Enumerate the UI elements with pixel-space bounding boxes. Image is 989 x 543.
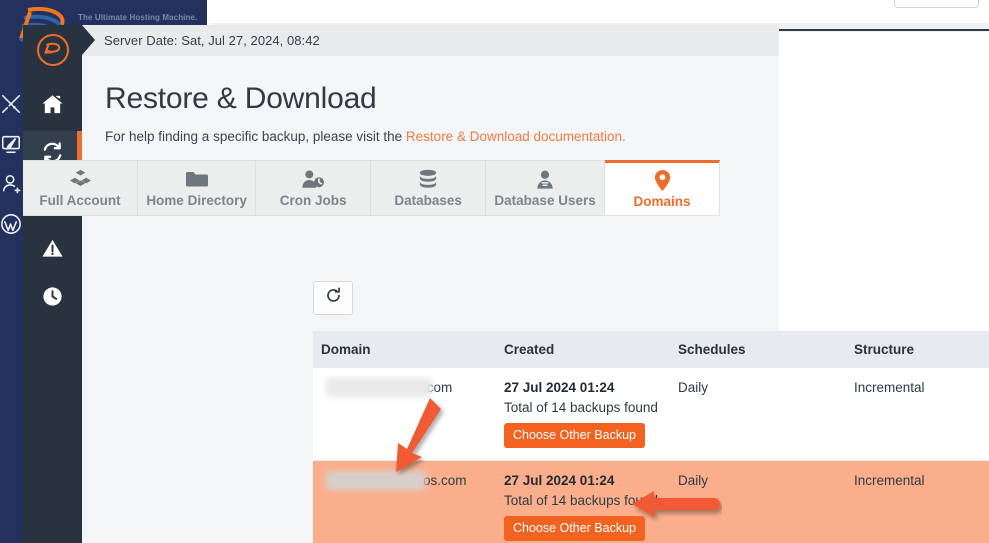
redaction-overlay [326, 471, 426, 490]
page-subtitle: For help finding a specific backup, plea… [82, 116, 779, 144]
backup-type-tabs: Full Account Home Directory Cron Jobs Da… [23, 160, 720, 216]
tab-label: Databases [394, 193, 462, 208]
cell-structure: Incremental [846, 368, 989, 461]
tab-databases[interactable]: Databases [371, 161, 487, 215]
choose-other-backup-button[interactable]: Choose Other Backup [504, 423, 645, 448]
backup-count-note: Total of 14 backups found [504, 493, 658, 508]
backup-count-note: Total of 14 backups found [504, 400, 658, 415]
page-subtitle-text: For help finding a specific backup, plea… [105, 129, 406, 144]
domain-cell-inner: .com [321, 378, 496, 400]
tab-label: Home Directory [146, 193, 247, 208]
rail-item-alerts[interactable] [23, 227, 82, 275]
column-header-structure[interactable]: Structure [846, 331, 989, 368]
warning-triangle-icon [41, 237, 64, 265]
refresh-circular-arrow-icon [325, 287, 342, 309]
rail-item-home[interactable] [23, 83, 82, 131]
table-row[interactable]: .com 27 Jul 2024 01:24 Total of 14 backu… [313, 368, 989, 461]
tab-label: Database Users [494, 193, 596, 208]
domain-cell-inner: os.com [321, 471, 496, 493]
partial-search-box[interactable] [894, 0, 979, 8]
icon-rail [23, 25, 82, 543]
cell-domain: .com [313, 368, 496, 461]
app-root: The Ultimate Hosting Machine. HelpingHos… [0, 0, 989, 543]
rail-item-history[interactable] [23, 275, 82, 323]
clock-history-icon [41, 285, 64, 313]
backups-table: Domain Created Schedules Structure .com [313, 331, 989, 543]
column-header-domain[interactable]: Domain [313, 331, 496, 368]
table-body: .com 27 Jul 2024 01:24 Total of 14 backu… [313, 368, 989, 543]
table-header: Domain Created Schedules Structure [313, 331, 989, 368]
cubes-icon [69, 168, 92, 190]
redaction-overlay [326, 378, 432, 397]
caret-right-icon [82, 25, 95, 55]
column-header-created[interactable]: Created [496, 331, 670, 368]
tab-label: Full Account [39, 193, 121, 208]
cell-structure: Incremental [846, 460, 989, 543]
tab-full-account[interactable]: Full Account [23, 161, 138, 215]
map-pin-icon [653, 169, 672, 191]
refresh-button[interactable] [313, 281, 353, 315]
person-clock-icon [301, 168, 325, 190]
tab-database-users[interactable]: Database Users [486, 161, 605, 215]
server-date-bar: Server Date: Sat, Jul 27, 2024, 08:42 [82, 25, 779, 56]
tab-home-directory[interactable]: Home Directory [138, 161, 257, 215]
cell-domain: os.com [313, 460, 496, 543]
restore-download-documentation-link[interactable]: Restore & Download documentation. [406, 129, 626, 144]
created-date: 27 Jul 2024 01:24 [504, 473, 615, 488]
circular-swirl-logo-icon[interactable] [37, 34, 69, 66]
home-icon [41, 93, 64, 121]
server-date-text: Server Date: Sat, Jul 27, 2024, 08:42 [104, 33, 320, 48]
choose-other-backup-button[interactable]: Choose Other Backup [504, 516, 645, 541]
person-database-icon [534, 168, 556, 190]
column-header-schedules[interactable]: Schedules [670, 331, 846, 368]
created-date: 27 Jul 2024 01:24 [504, 380, 615, 395]
cell-created: 27 Jul 2024 01:24 Total of 14 backups fo… [496, 368, 670, 461]
tab-label: Domains [633, 194, 691, 209]
logo-tagline: The Ultimate Hosting Machine. [78, 13, 198, 22]
page-title: Restore & Download [105, 82, 377, 115]
table-row[interactable]: os.com 27 Jul 2024 01:24 Total of 14 bac… [313, 460, 989, 543]
folder-icon [185, 168, 209, 190]
backups-table-container: Domain Created Schedules Structure .com [313, 331, 989, 543]
cell-schedules: Daily [670, 460, 846, 543]
table-header-row: Domain Created Schedules Structure [313, 331, 989, 368]
tab-domains[interactable]: Domains [605, 160, 720, 215]
cell-created: 27 Jul 2024 01:24 Total of 14 backups fo… [496, 460, 670, 543]
database-icon [417, 168, 439, 190]
tab-label: Cron Jobs [279, 193, 347, 208]
tab-cron-jobs[interactable]: Cron Jobs [256, 161, 372, 215]
top-strip [210, 0, 989, 23]
cell-schedules: Daily [670, 368, 846, 461]
